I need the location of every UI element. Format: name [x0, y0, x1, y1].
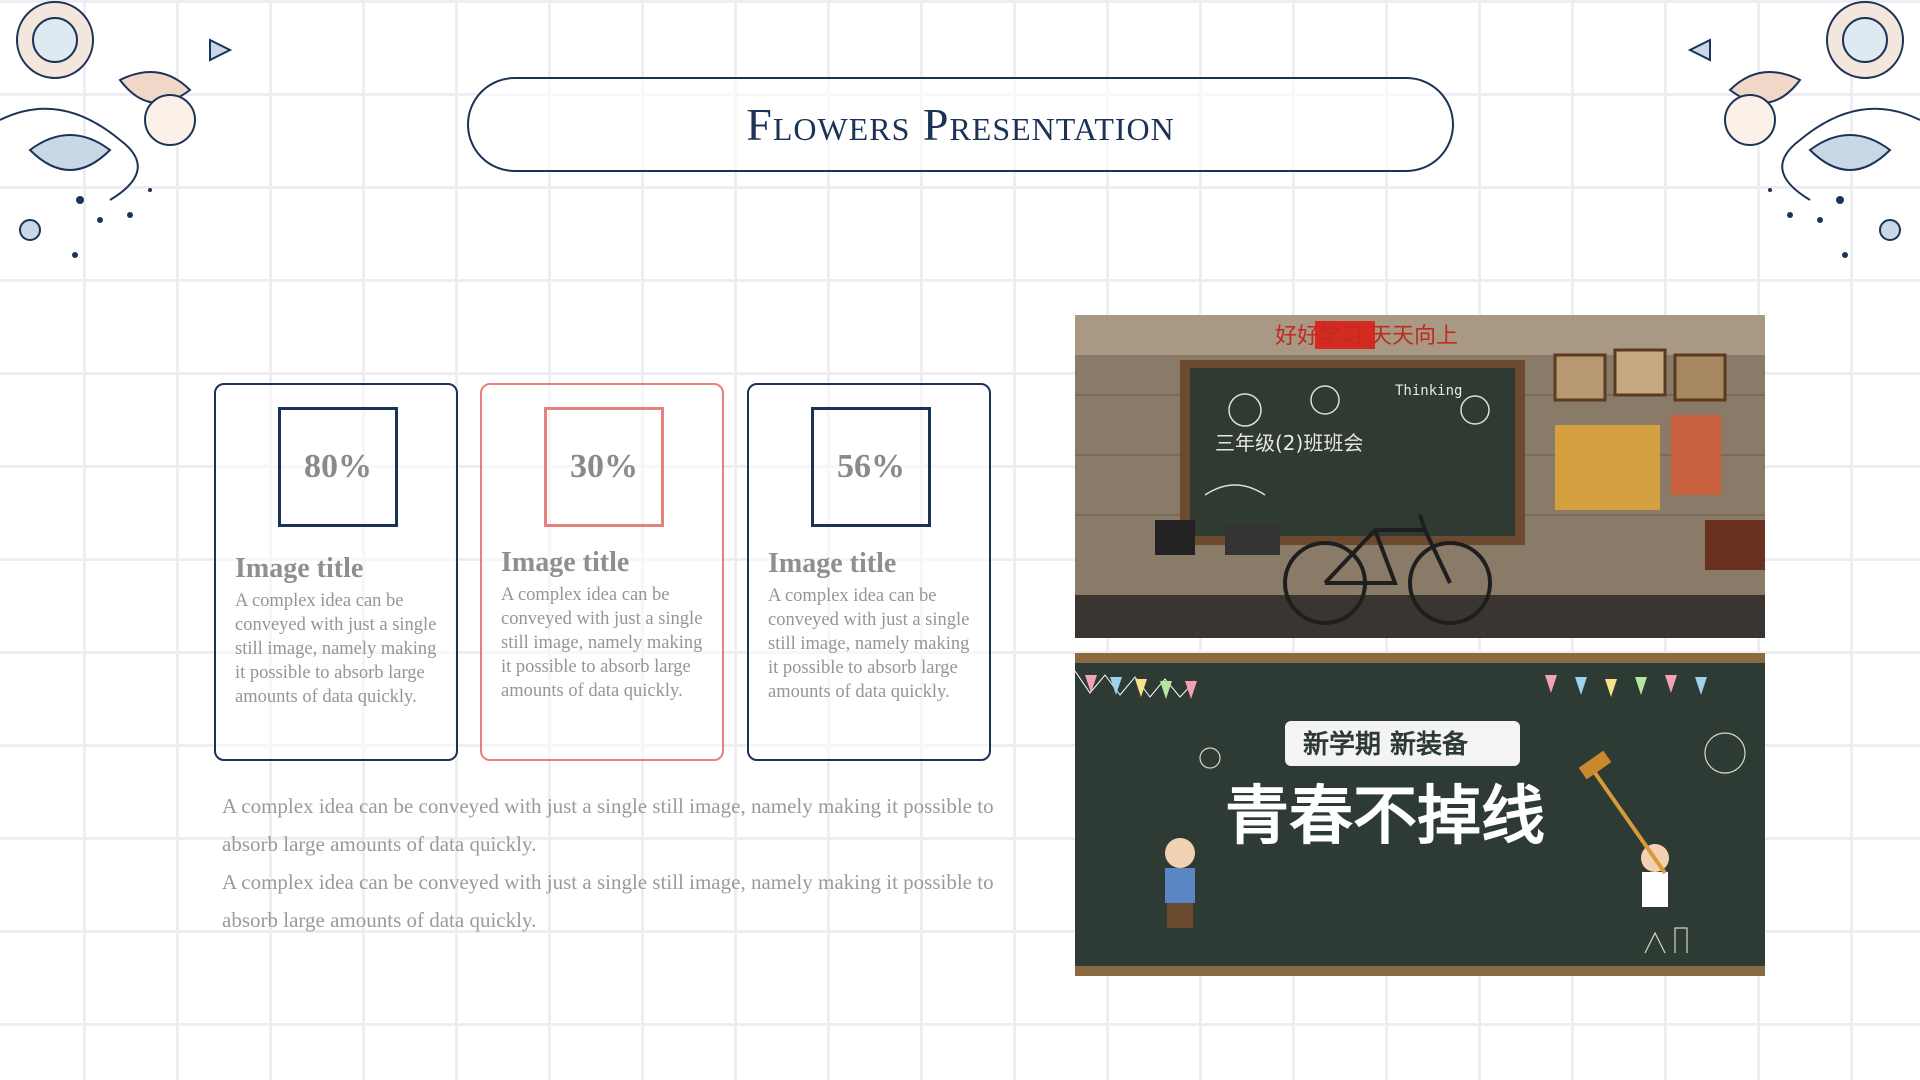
- percent-value: 30%: [570, 448, 638, 485]
- classroom-photo: 好好学习 天天向上 三年级(2)班班会 Thinking: [1075, 315, 1765, 638]
- banner-slogan: 好好学习 天天向上: [1275, 324, 1458, 349]
- percent-box: 30%: [544, 407, 664, 527]
- body-paragraph-1: A complex idea can be conveyed with just…: [222, 794, 994, 856]
- percent-value: 56%: [837, 448, 905, 485]
- board-class-title: 三年级(2)班班会: [1215, 431, 1363, 455]
- percent-box: 56%: [811, 407, 931, 527]
- card-title: Image title: [501, 547, 630, 578]
- stat-card-1: 80% Image title A complex idea can be co…: [214, 383, 458, 761]
- page-title: Flowers Presentation: [746, 99, 1175, 150]
- boy-figure: [1165, 838, 1195, 928]
- title-banner: Flowers Presentation: [467, 77, 1454, 172]
- chalkboard-banner-photo: 新学期 新装备 青春不掉线: [1075, 653, 1765, 976]
- floral-corner-right: [1687, 1, 1920, 258]
- banner-subhead: 新学期 新装备: [1303, 729, 1469, 760]
- percent-value: 80%: [304, 448, 372, 485]
- card-title: Image title: [235, 553, 364, 584]
- floral-corner-left: [0, 1, 233, 258]
- body-paragraph-2: A complex idea can be conveyed with just…: [222, 870, 994, 932]
- card-description: A complex idea can be conveyed with just…: [501, 585, 703, 701]
- card-title: Image title: [768, 548, 897, 579]
- stat-card-2: 30% Image title A complex idea can be co…: [480, 383, 724, 761]
- board-note: Thinking: [1395, 383, 1462, 399]
- card-description: A complex idea can be conveyed with just…: [235, 591, 437, 707]
- card-description: A complex idea can be conveyed with just…: [768, 586, 970, 702]
- banner-headline: 青春不掉线: [1225, 780, 1545, 854]
- stat-card-3: 56% Image title A complex idea can be co…: [747, 383, 991, 761]
- percent-box: 80%: [278, 407, 398, 527]
